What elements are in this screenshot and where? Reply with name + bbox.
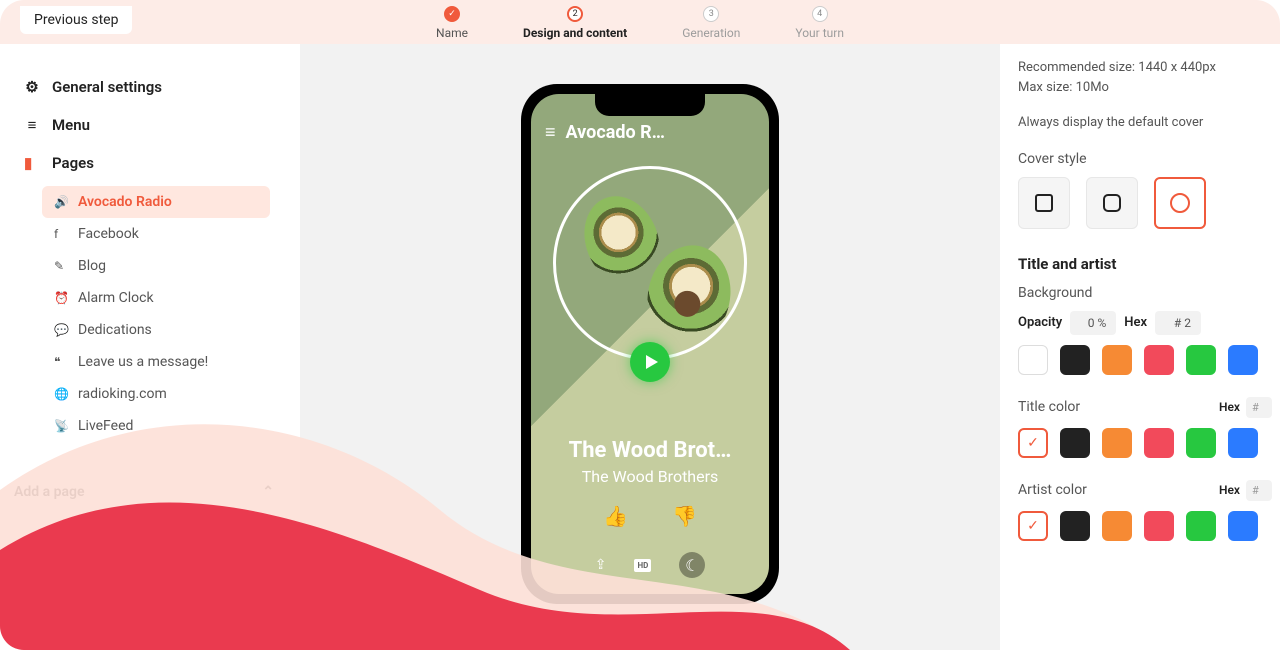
page-icon: ⏰	[54, 291, 68, 305]
cover-style-square[interactable]	[1018, 177, 1070, 229]
swatch-red[interactable]	[1144, 511, 1174, 541]
menu-icon: ≡	[24, 116, 40, 134]
page-item[interactable]: 🔊Avocado Radio	[42, 186, 270, 218]
cover-style-options	[1018, 177, 1280, 229]
swatch-blue[interactable]	[1228, 428, 1258, 458]
pages-icon: ▮	[24, 154, 40, 172]
mic-icon: 🎤	[155, 525, 171, 540]
play-button[interactable]	[630, 342, 670, 382]
cover-style-circle[interactable]	[1154, 177, 1206, 229]
hd-badge[interactable]: HD	[634, 559, 651, 572]
background-row: Opacity 0 % Hex # 2	[1018, 311, 1280, 335]
track-title: The Wood Brot…	[531, 438, 769, 463]
swatch-green[interactable]	[1186, 345, 1216, 375]
artist-swatches: ✓	[1018, 511, 1280, 541]
add-a-page[interactable]: Add a page⌃	[14, 484, 274, 500]
artist-color-label: Artist color	[1018, 482, 1087, 498]
always-display: Always display the default cover	[1018, 113, 1280, 133]
hex-label: Hex	[1124, 315, 1147, 330]
page-icon: 🔊	[54, 195, 68, 209]
swatch-orange[interactable]	[1102, 511, 1132, 541]
page-icon: ✎	[54, 259, 68, 273]
page-item[interactable]: 🌐radioking.com	[42, 378, 270, 410]
title-artist-section: Title and artist	[1018, 255, 1280, 273]
swatch-white[interactable]	[1018, 345, 1048, 375]
swatch-blue[interactable]	[1228, 511, 1258, 541]
page-item[interactable]: fFacebook	[42, 218, 270, 250]
swatch-green[interactable]	[1186, 511, 1216, 541]
bg-swatches	[1018, 345, 1280, 375]
phone-notch	[595, 92, 705, 116]
background-label: Background	[1018, 285, 1280, 301]
cover-art	[553, 166, 747, 360]
page-item[interactable]: 💬Dedications	[42, 314, 270, 346]
app-header: ≡Avocado R…	[545, 122, 755, 143]
swatch-black[interactable]	[1060, 345, 1090, 375]
cover-style-rounded[interactable]	[1086, 177, 1138, 229]
step-1[interactable]: Name	[436, 6, 468, 40]
swatch-black[interactable]	[1060, 428, 1090, 458]
track-artist: The Wood Brothers	[531, 467, 769, 486]
preview-area: ≡Avocado R… The Wood Brot… The Wood Brot…	[300, 44, 1000, 650]
phone-screen: ≡Avocado R… The Wood Brot… The Wood Brot…	[531, 94, 769, 594]
bottom-bar: ⇪ HD ☾	[531, 552, 769, 578]
stepper: Name 2Design and content 3Generation 4Yo…	[436, 4, 844, 40]
hex-title-input[interactable]: #	[1246, 397, 1272, 418]
page-icon: 🌐	[54, 387, 68, 401]
general-settings[interactable]: ⚙General settings	[24, 68, 284, 106]
swatch-red[interactable]	[1144, 428, 1174, 458]
swatch-green[interactable]	[1186, 428, 1216, 458]
thumbs-up-icon[interactable]: 👍	[603, 504, 628, 528]
cover-style-label: Cover style	[1018, 151, 1280, 167]
swatch-selected[interactable]: ✓	[1018, 511, 1048, 541]
thumbs-down-icon[interactable]: 👎	[672, 504, 697, 528]
opacity-input[interactable]: 0 %	[1070, 311, 1116, 335]
swatch-red[interactable]	[1144, 345, 1174, 375]
swatch-orange[interactable]	[1102, 428, 1132, 458]
moon-icon[interactable]: ☾	[679, 552, 705, 578]
swatch-selected[interactable]: ✓	[1018, 428, 1048, 458]
share-icon[interactable]: ⇪	[595, 557, 607, 573]
page-item[interactable]: ⏰Alarm Clock	[42, 282, 270, 314]
page-icon: 📡	[54, 419, 68, 433]
title-color-label: Title color	[1018, 399, 1080, 415]
page-icon: 💬	[54, 323, 68, 337]
extra-item[interactable]: …cation	[50, 525, 95, 540]
previous-step-button[interactable]: Previous step	[20, 6, 132, 34]
hex-bg-input[interactable]: # 2	[1155, 311, 1201, 335]
step-2[interactable]: 2Design and content	[523, 6, 627, 40]
page-list: 🔊Avocado RadiofFacebook✎Blog⏰Alarm Clock…	[42, 186, 278, 436]
hex-artist-input[interactable]: #	[1246, 480, 1272, 501]
page-icon: ❝	[54, 355, 68, 369]
swatch-black[interactable]	[1060, 511, 1090, 541]
step-3[interactable]: 3Generation	[682, 6, 740, 40]
page-icon: f	[54, 227, 68, 241]
page-item[interactable]: ✎Blog	[42, 250, 270, 282]
sidebar: ⚙General settings ≡Menu ▮Pages 🔊Avocado …	[0, 44, 300, 650]
hamburger-icon: ≡	[545, 122, 556, 143]
phone-mockup: ≡Avocado R… The Wood Brot… The Wood Brot…	[521, 84, 779, 604]
gear-icon: ⚙	[24, 78, 40, 96]
swatch-blue[interactable]	[1228, 345, 1258, 375]
chevron-up-icon: ⌃	[262, 484, 274, 500]
opacity-label: Opacity	[1018, 315, 1062, 330]
audio-shout-out[interactable]: 🎤Audio Shout-out	[155, 525, 272, 540]
menu-item[interactable]: ≡Menu	[24, 106, 284, 144]
vote-row: 👍 👎	[531, 504, 769, 528]
page-item[interactable]: ❝Leave us a message!	[42, 346, 270, 378]
pages-header[interactable]: ▮Pages	[24, 144, 284, 182]
stepper-bar: Previous step Name 2Design and content 3…	[0, 0, 1280, 44]
page-item[interactable]: 📡LiveFeed	[42, 410, 270, 436]
max-size: Max size: 10Mo	[1018, 78, 1280, 98]
swatch-orange[interactable]	[1102, 345, 1132, 375]
track-info: The Wood Brot… The Wood Brothers	[531, 438, 769, 486]
right-panel: Recommended size: 1440 x 440px Max size:…	[1000, 44, 1280, 650]
title-swatches: ✓	[1018, 428, 1280, 458]
recommended-size: Recommended size: 1440 x 440px	[1018, 58, 1280, 78]
step-4[interactable]: 4Your turn	[795, 6, 844, 40]
